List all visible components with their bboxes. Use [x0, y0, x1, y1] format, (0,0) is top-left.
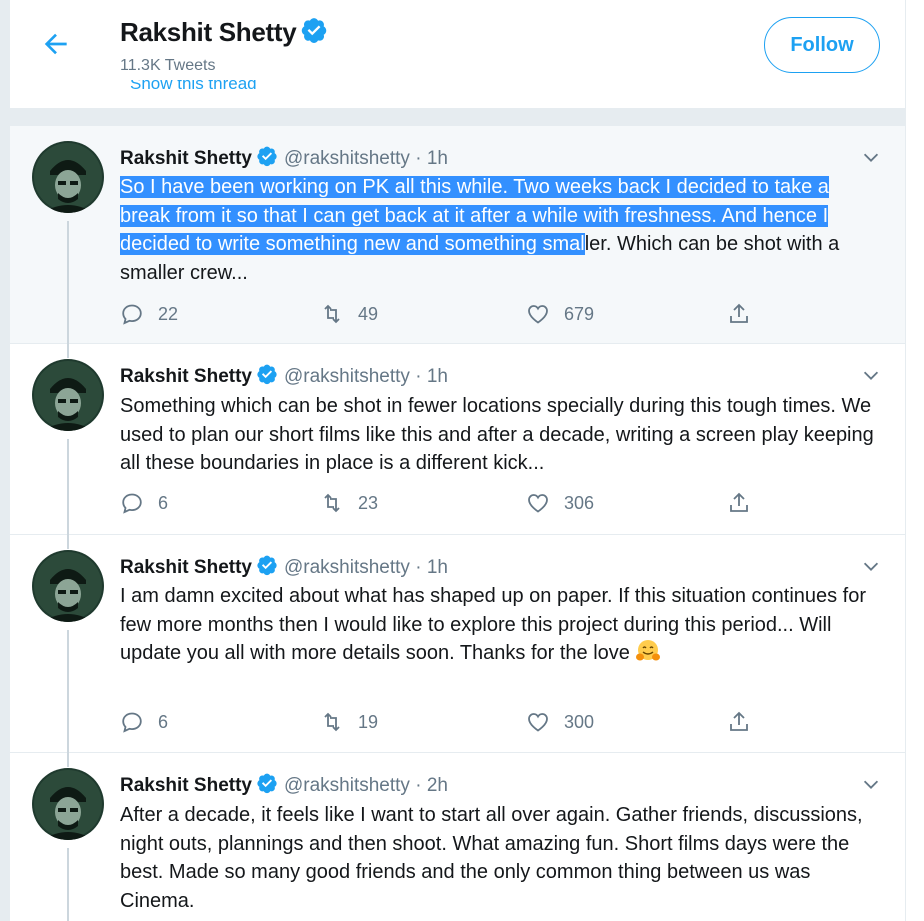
verified-badge-icon — [257, 146, 277, 167]
retweet-button[interactable]: 49 — [320, 302, 378, 326]
window-frame-right — [905, 0, 924, 921]
reply-count: 6 — [158, 711, 169, 732]
thread-line — [67, 344, 69, 358]
author-handle[interactable]: @rakshitshetty — [284, 148, 410, 169]
tweet-time[interactable]: 1h — [427, 366, 448, 387]
chevron-down-icon[interactable] — [860, 146, 882, 168]
tweet-text-block: I am damn excited about what has shaped … — [120, 582, 880, 668]
section-separator — [10, 108, 905, 126]
retweet-icon — [324, 712, 340, 732]
share-button[interactable] — [727, 710, 765, 734]
author-name[interactable]: Rakshit Shetty — [120, 366, 252, 387]
thread-line — [67, 630, 69, 753]
reply-button[interactable]: 6 — [120, 491, 168, 515]
tweet-text: So I have been working on PK all this wh… — [120, 173, 880, 287]
dot-separator: · — [409, 366, 427, 387]
retweet-count: 23 — [358, 492, 379, 513]
author-name[interactable]: Rakshit Shetty — [120, 775, 252, 796]
like-count: 306 — [564, 492, 595, 513]
show-thread-link[interactable]: Show this thread — [130, 80, 257, 90]
share-button[interactable] — [727, 491, 765, 515]
share-button[interactable] — [727, 302, 765, 326]
chevron-down-icon[interactable] — [860, 773, 882, 795]
reply-button[interactable]: 22 — [120, 302, 178, 326]
avatar[interactable] — [32, 141, 104, 213]
tweet-actions: 22 49 679 — [120, 302, 770, 332]
reply-icon — [122, 493, 142, 514]
chevron-down-icon[interactable] — [860, 364, 882, 386]
profile-name: Rakshit Shetty — [120, 17, 297, 47]
author-handle[interactable]: @rakshitshetty — [284, 557, 410, 578]
retweet-icon — [324, 493, 340, 513]
dot-separator: · — [409, 148, 427, 169]
tweet-count: 11.3K Tweets — [120, 57, 216, 74]
author-handle[interactable]: @rakshitshetty — [284, 366, 410, 387]
tweet-actions: 6 23 306 — [120, 491, 770, 521]
reply-button[interactable]: 6 — [120, 710, 168, 734]
tweet-actions: 6 19 300 — [120, 710, 770, 740]
author-name[interactable]: Rakshit Shetty — [120, 557, 252, 578]
hugging-face-emoji-icon — [636, 640, 661, 661]
retweet-icon — [324, 304, 340, 324]
profile-name-heading: Rakshit Shetty — [120, 16, 328, 48]
tweet-meta: Rakshit Shetty @rakshitshetty · 1h — [120, 363, 448, 388]
tweet-meta: Rakshit Shetty @rakshitshetty · 1h — [120, 145, 448, 170]
like-button[interactable]: 306 — [526, 491, 594, 515]
retweet-button[interactable]: 19 — [320, 710, 378, 734]
author-handle[interactable]: @rakshitshetty — [284, 775, 410, 796]
heart-icon — [528, 713, 548, 732]
share-icon — [730, 303, 748, 323]
dot-separator: · — [409, 557, 427, 578]
profile-header: Rakshit Shetty 11.3K Tweets Follow Show … — [10, 0, 905, 92]
heart-icon — [528, 494, 548, 513]
thread-line — [67, 535, 69, 549]
tweet-time[interactable]: 1h — [427, 557, 448, 578]
back-arrow-icon[interactable] — [40, 28, 72, 60]
heart-icon — [528, 305, 548, 324]
thread-line — [67, 848, 69, 921]
tweet[interactable]: Rakshit Shetty @rakshitshetty · 1h So I h… — [10, 126, 905, 344]
tweet-text: After a decade, it feels like I want to … — [120, 804, 863, 912]
thread-line — [67, 439, 69, 535]
retweet-button[interactable]: 23 — [320, 491, 378, 515]
retweet-count: 49 — [358, 303, 379, 324]
reply-icon — [122, 712, 142, 733]
verified-badge-icon — [257, 364, 277, 385]
tweet-time[interactable]: 1h — [427, 148, 448, 169]
avatar[interactable] — [32, 550, 104, 622]
share-icon — [730, 492, 748, 512]
verified-badge-icon — [257, 555, 277, 576]
tweet-time[interactable]: 2h — [427, 775, 448, 796]
tweet[interactable]: Rakshit Shetty @rakshitshetty · 1h Someth… — [10, 344, 905, 535]
verified-badge-icon — [257, 773, 277, 794]
avatar[interactable] — [32, 768, 104, 840]
tweet-meta: Rakshit Shetty @rakshitshetty · 1h — [120, 554, 448, 579]
thread-line — [67, 753, 69, 767]
window-frame-left — [0, 0, 10, 921]
like-count: 679 — [564, 303, 595, 324]
like-button[interactable]: 679 — [526, 302, 594, 326]
tweet-text: Something which can be shot in fewer loc… — [120, 395, 874, 474]
like-count: 300 — [564, 711, 595, 732]
reply-count: 6 — [158, 492, 169, 513]
dot-separator: · — [409, 775, 427, 796]
verified-badge-icon — [302, 18, 327, 43]
like-button[interactable]: 300 — [526, 710, 594, 734]
follow-button[interactable]: Follow — [764, 17, 880, 73]
thread-line — [67, 221, 69, 344]
retweet-count: 19 — [358, 711, 379, 732]
tweet-meta: Rakshit Shetty @rakshitshetty · 2h — [120, 772, 448, 797]
tweet[interactable]: Rakshit Shetty @rakshitshetty · 2h After … — [10, 753, 905, 921]
author-name[interactable]: Rakshit Shetty — [120, 148, 252, 169]
reply-count: 22 — [158, 303, 179, 324]
avatar[interactable] — [32, 359, 104, 431]
chevron-down-icon[interactable] — [860, 555, 882, 577]
tweet[interactable]: Rakshit Shetty @rakshitshetty · 1h I am d… — [10, 535, 905, 753]
tweet-text: I am damn excited about what has shaped … — [120, 585, 867, 664]
reply-icon — [122, 304, 142, 325]
share-icon — [730, 711, 748, 731]
